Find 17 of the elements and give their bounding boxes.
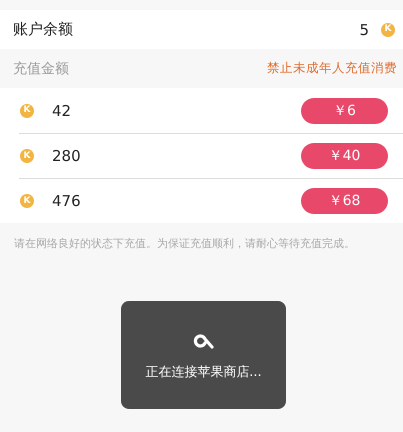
coin-amount: 476 [52, 192, 82, 210]
price-button[interactable]: ￥68 [301, 188, 388, 214]
toast-message: 正在连接苹果商店... [145, 364, 262, 381]
balance-value: 5 [359, 20, 369, 38]
coin-icon: K [20, 149, 34, 163]
coin-icon: K [20, 104, 34, 118]
section-label: 充值金额 [13, 60, 69, 78]
coin-icon: K [20, 194, 34, 208]
price-button[interactable]: ￥40 [301, 143, 388, 169]
warning-text: 禁止未成年人充值消费 [267, 60, 397, 77]
coin-amount: 280 [52, 147, 82, 165]
coin-icon: K [381, 22, 395, 36]
balance-label: 账户余额 [13, 20, 74, 39]
notice-text: 请在网络良好的状态下充值。为保证充值顺利，请耐心等待充值完成。 [14, 237, 356, 251]
price-button[interactable]: ￥6 [301, 98, 388, 124]
loading-icon [192, 333, 216, 349]
coin-amount: 42 [52, 102, 72, 120]
